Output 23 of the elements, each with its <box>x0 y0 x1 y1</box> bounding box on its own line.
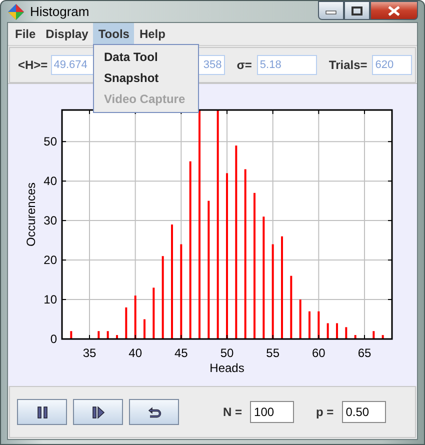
tick-label: 50 <box>220 346 234 360</box>
axis-title: Occurences <box>24 182 38 247</box>
tick-label: 45 <box>174 346 188 360</box>
readout-field: 5.18 <box>256 55 317 75</box>
tick-label: 10 <box>44 292 57 307</box>
tick-label: 65 <box>358 346 372 360</box>
tick-label: 50 <box>44 134 57 149</box>
window-title: Histogram <box>30 4 90 19</box>
field-label: p = <box>316 405 334 419</box>
field-label: Trials= <box>328 58 368 72</box>
tick-label: 30 <box>44 214 57 228</box>
tick-label: 40 <box>44 174 57 188</box>
field-label: σ= <box>236 58 252 72</box>
readout-field: 620 <box>372 55 412 75</box>
field-label: <H>= <box>18 58 48 72</box>
tick-label: 0 <box>50 332 57 346</box>
tick-label: 60 <box>312 346 326 360</box>
tick-label: 20 <box>44 253 57 268</box>
axis-title: Heads <box>210 361 244 375</box>
tick-label: 55 <box>266 346 280 360</box>
field-label: N = <box>223 405 242 419</box>
tick-label: 35 <box>82 346 96 360</box>
tick-label: 40 <box>128 346 142 360</box>
